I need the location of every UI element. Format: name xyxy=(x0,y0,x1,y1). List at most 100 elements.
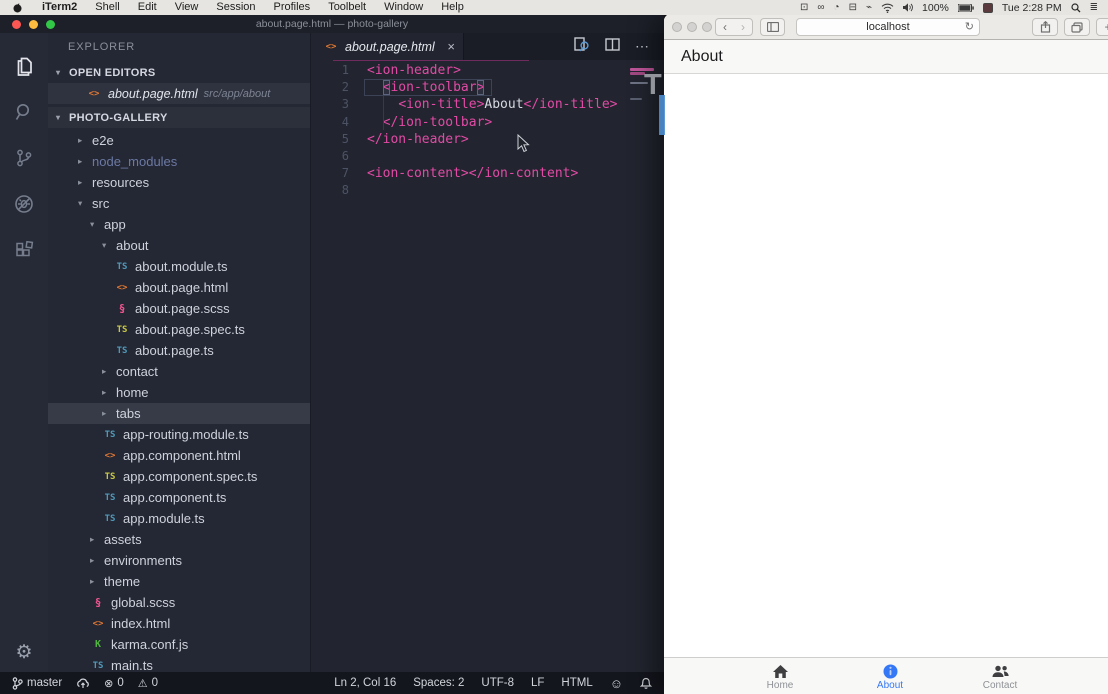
code-area[interactable]: 1<ion-header>2 <ion-toolbar>3 <ion-title… xyxy=(311,62,664,200)
tree-item-about.page.html[interactable]: <>about.page.html xyxy=(48,277,310,298)
language-mode[interactable]: HTML xyxy=(561,677,592,689)
tree-item-app.component.html[interactable]: <>app.component.html xyxy=(48,445,310,466)
search-editor-icon[interactable] xyxy=(574,37,590,57)
display-icon[interactable]: ⊟ xyxy=(849,0,857,15)
tree-item-about[interactable]: ▾about xyxy=(48,235,310,256)
glasses-icon[interactable]: ∞ xyxy=(817,0,824,15)
source-control-icon[interactable] xyxy=(0,135,48,181)
menu-edit[interactable]: Edit xyxy=(129,0,166,15)
apple-logo-icon[interactable] xyxy=(12,2,23,13)
menu-window[interactable]: Window xyxy=(375,0,432,15)
tree-item-home[interactable]: ▸home xyxy=(48,382,310,403)
menu-clock[interactable]: Tue 2:28 PM xyxy=(1002,2,1062,14)
tree-item-global.scss[interactable]: §global.scss xyxy=(48,592,310,613)
battery-icon xyxy=(958,4,974,12)
tree-item-about.page.ts[interactable]: TSabout.page.ts xyxy=(48,340,310,361)
problems-errors[interactable]: ⊗ 0 xyxy=(104,677,124,690)
tree-item-app.component.ts[interactable]: TSapp.component.ts xyxy=(48,487,310,508)
share-button[interactable] xyxy=(1032,18,1058,36)
eol-sequence[interactable]: LF xyxy=(531,677,544,689)
tree-item-e2e[interactable]: ▸e2e xyxy=(48,130,310,151)
screen-record-icon[interactable]: ⊡ xyxy=(800,0,808,15)
menu-profiles[interactable]: Profiles xyxy=(265,0,320,15)
split-editor-icon[interactable] xyxy=(605,38,620,56)
open-editor-item[interactable]: <> about.page.html src/app/about xyxy=(48,83,310,104)
ion-tab-about[interactable]: About xyxy=(835,658,945,694)
open-editors-section[interactable]: ▾ OPEN EDITORS xyxy=(48,62,310,83)
notification-center-icon[interactable]: ≣ xyxy=(1090,0,1098,15)
wifi-icon[interactable] xyxy=(881,3,894,13)
sync-publish-button[interactable] xyxy=(76,677,90,689)
reload-icon[interactable]: ↻ xyxy=(965,20,974,33)
git-branch-indicator[interactable]: master xyxy=(12,677,62,690)
encoding[interactable]: UTF-8 xyxy=(481,677,514,689)
tree-item-app[interactable]: ▾app xyxy=(48,214,310,235)
tree-item-about.page.scss[interactable]: §about.page.scss xyxy=(48,298,310,319)
minimize-window-button[interactable] xyxy=(687,22,697,32)
tree-item-environments[interactable]: ▸environments xyxy=(48,550,310,571)
tree-item-tabs[interactable]: ▸tabs xyxy=(48,403,310,424)
extensions-icon[interactable] xyxy=(0,227,48,273)
tree-item-about.module.ts[interactable]: TSabout.module.ts xyxy=(48,256,310,277)
cursor-position[interactable]: Ln 2, Col 16 xyxy=(334,677,396,689)
tab-about-page-html[interactable]: <> about.page.html × xyxy=(311,33,464,60)
tree-item-theme[interactable]: ▸theme xyxy=(48,571,310,592)
code-line-7[interactable]: 7<ion-content></ion-content> xyxy=(311,165,664,182)
address-bar[interactable]: localhost ↻ xyxy=(796,18,980,36)
tree-item-node_modules[interactable]: ▸node_modules xyxy=(48,151,310,172)
debug-icon[interactable] xyxy=(0,181,48,227)
zoom-window-button[interactable] xyxy=(46,20,55,29)
app-status-icon[interactable] xyxy=(983,3,993,13)
vscode-titlebar[interactable]: about.page.html — photo-gallery xyxy=(0,15,664,33)
code-line-8[interactable]: 8 xyxy=(311,182,664,199)
close-window-button[interactable] xyxy=(672,22,682,32)
more-actions-icon[interactable]: ⋯ xyxy=(635,38,650,55)
spotlight-icon[interactable] xyxy=(1071,3,1081,13)
ion-tab-contact[interactable]: Contact xyxy=(945,658,1055,694)
tree-item-app-routing.module.ts[interactable]: TSapp-routing.module.ts xyxy=(48,424,310,445)
code-line-6[interactable]: 6 xyxy=(311,148,664,165)
menu-iterm2[interactable]: iTerm2 xyxy=(33,0,86,15)
indentation[interactable]: Spaces: 2 xyxy=(413,677,464,689)
tree-item-resources[interactable]: ▸resources xyxy=(48,172,310,193)
close-window-button[interactable] xyxy=(12,20,21,29)
menu-help[interactable]: Help xyxy=(432,0,473,15)
sidebar-button[interactable] xyxy=(760,18,785,36)
code-line-4[interactable]: 4 </ion-toolbar> xyxy=(311,114,664,131)
ion-tab-home[interactable]: Home xyxy=(725,658,835,694)
code-line-1[interactable]: 1<ion-header> xyxy=(311,62,664,79)
tree-item-karma.conf.js[interactable]: Kkarma.conf.js xyxy=(48,634,310,655)
settings-gear-icon[interactable]: ⚙ xyxy=(15,641,32,664)
menu-session[interactable]: Session xyxy=(207,0,264,15)
power-icon[interactable]: ⌁ xyxy=(866,0,872,15)
code-line-5[interactable]: 5</ion-header> xyxy=(311,131,664,148)
code-line-3[interactable]: 3 <ion-title>About</ion-title> xyxy=(311,96,664,113)
tree-item-index.html[interactable]: <>index.html xyxy=(48,613,310,634)
search-icon[interactable] xyxy=(0,89,48,135)
menu-toolbelt[interactable]: Toolbelt xyxy=(319,0,375,15)
problems-warnings[interactable]: ⚠ 0 xyxy=(138,677,158,690)
project-section[interactable]: ▾ PHOTO-GALLERY xyxy=(48,107,310,128)
close-tab-icon[interactable]: × xyxy=(447,39,455,54)
code-line-2[interactable]: 2 <ion-toolbar> xyxy=(311,79,664,96)
tree-item-about.page.spec.ts[interactable]: TSabout.page.spec.ts xyxy=(48,319,310,340)
menu-view[interactable]: View xyxy=(166,0,208,15)
zoom-window-button[interactable] xyxy=(702,22,712,32)
notifications-bell-icon[interactable] xyxy=(640,677,652,690)
minimize-window-button[interactable] xyxy=(29,20,38,29)
tree-item-assets[interactable]: ▸assets xyxy=(48,529,310,550)
feedback-smiley-icon[interactable]: ☺ xyxy=(610,676,623,691)
tab-overview-button[interactable] xyxy=(1064,18,1090,36)
tree-item-main.ts[interactable]: TSmain.ts xyxy=(48,655,310,672)
tree-item-app.component.spec.ts[interactable]: TSapp.component.spec.ts xyxy=(48,466,310,487)
new-tab-button[interactable]: + xyxy=(1096,18,1108,36)
clock-icon[interactable]: ◔ xyxy=(834,0,840,15)
forward-button[interactable]: › xyxy=(734,19,752,35)
menu-shell[interactable]: Shell xyxy=(86,0,128,15)
volume-icon[interactable] xyxy=(903,3,913,12)
explorer-icon[interactable] xyxy=(0,43,48,89)
tree-item-contact[interactable]: ▸contact xyxy=(48,361,310,382)
tree-item-app.module.ts[interactable]: TSapp.module.ts xyxy=(48,508,310,529)
tree-item-src[interactable]: ▾src xyxy=(48,193,310,214)
back-button[interactable]: ‹ xyxy=(716,19,734,35)
